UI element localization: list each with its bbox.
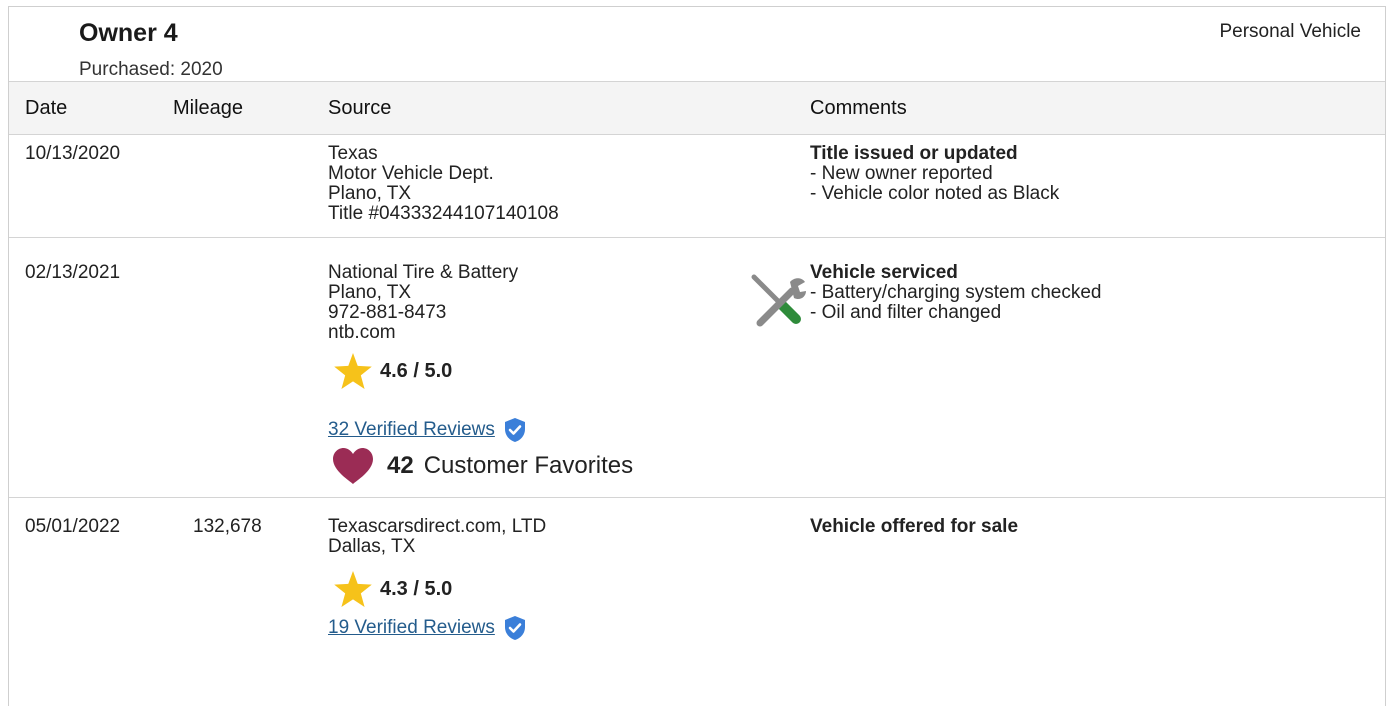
comment-title: Vehicle serviced xyxy=(810,262,958,283)
comment-line: - Oil and filter changed xyxy=(810,302,1002,323)
rating: 4.6 / 5.0 xyxy=(334,353,452,389)
favorites-count: 42 xyxy=(387,452,414,479)
comment-line: - New owner reported xyxy=(810,163,993,184)
source-website: ntb.com xyxy=(328,322,396,343)
column-header-mileage: Mileage xyxy=(173,97,244,119)
source-name: National Tire & Battery xyxy=(328,262,519,283)
source-line: Motor Vehicle Dept. xyxy=(328,163,494,184)
source-location: Plano, TX xyxy=(328,282,412,303)
verified-reviews-link[interactable]: 32 Verified Reviews xyxy=(328,419,495,441)
rating-value: 4.6 / 5.0 xyxy=(380,359,453,382)
row-date: 10/13/2020 xyxy=(25,143,121,164)
row-mileage: 132,678 xyxy=(193,516,262,537)
vehicle-type-label: Personal Vehicle xyxy=(1219,21,1361,42)
verified-shield-icon xyxy=(504,616,525,640)
divider xyxy=(9,497,1385,498)
comment-line: - Vehicle color noted as Black xyxy=(810,183,1060,204)
column-header-comments: Comments xyxy=(810,97,907,119)
purchased-year: Purchased: 2020 xyxy=(79,59,223,80)
verified-reviews[interactable]: 32 Verified Reviews xyxy=(328,417,527,443)
rating: 4.3 / 5.0 xyxy=(334,571,452,607)
source-name: Texas xyxy=(328,143,378,164)
verified-reviews-link[interactable]: 19 Verified Reviews xyxy=(328,617,495,639)
divider xyxy=(9,134,1385,135)
column-header-source: Source xyxy=(328,97,392,119)
star-icon xyxy=(334,571,372,607)
comment-title: Title issued or updated xyxy=(810,143,1018,164)
owner-history-panel: Owner 4 Purchased: 2020 Personal Vehicle… xyxy=(8,6,1386,706)
source-phone: 972-881-8473 xyxy=(328,302,447,323)
source-location: Plano, TX xyxy=(328,183,412,204)
column-header-date: Date xyxy=(25,97,68,119)
row-date: 05/01/2022 xyxy=(25,516,121,537)
rating-value: 4.3 / 5.0 xyxy=(380,577,453,600)
comment-line: - Battery/charging system checked xyxy=(810,282,1102,303)
source-name: Texascarsdirect.com, LTD xyxy=(328,516,547,537)
verified-reviews[interactable]: 19 Verified Reviews xyxy=(328,615,527,641)
service-tools-icon xyxy=(751,274,806,327)
comment-title: Vehicle offered for sale xyxy=(810,516,1019,537)
divider xyxy=(9,237,1385,238)
customer-favorites: 42 Customer Favorites xyxy=(331,447,633,485)
row-date: 02/13/2021 xyxy=(25,262,121,283)
heart-icon xyxy=(333,448,373,484)
verified-shield-icon xyxy=(504,418,525,442)
favorites-label: Customer Favorites xyxy=(423,452,634,479)
source-location: Dallas, TX xyxy=(328,536,416,557)
title-number: Title #04333244107140108 xyxy=(328,203,559,224)
star-icon xyxy=(334,353,372,389)
owner-title: Owner 4 xyxy=(79,19,178,47)
